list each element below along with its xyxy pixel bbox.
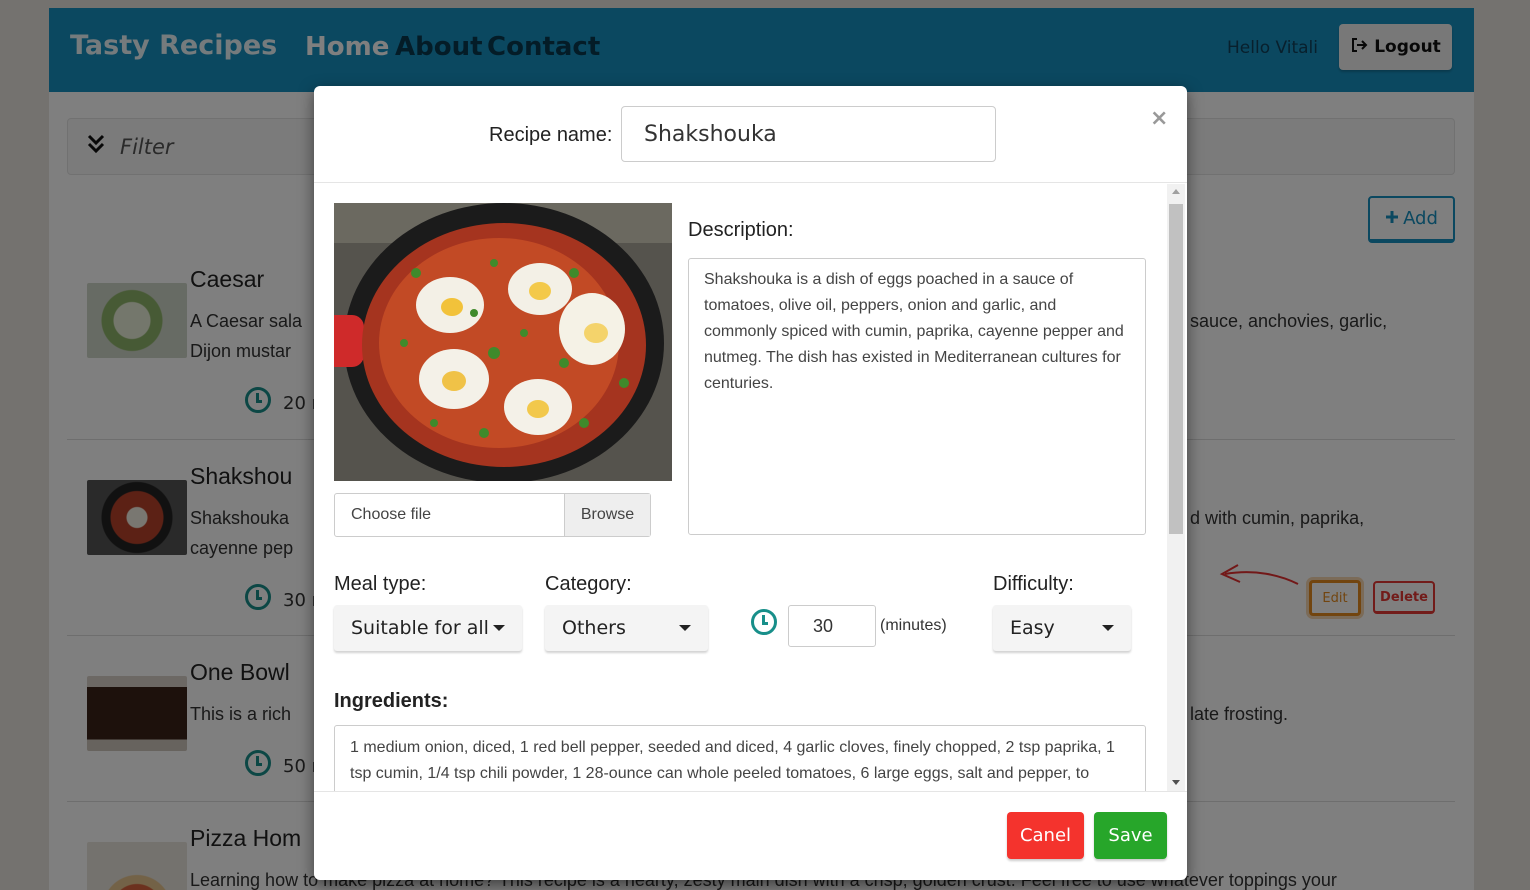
difficulty-dropdown[interactable]: Easy xyxy=(993,605,1131,651)
meal-type-label: Meal type: xyxy=(334,573,427,595)
browse-button[interactable]: Browse xyxy=(564,494,650,536)
recipe-name-input[interactable] xyxy=(621,106,996,162)
file-placeholder: Choose file xyxy=(351,506,432,523)
description-textarea[interactable]: Shakshouka is a dish of eggs poached in … xyxy=(688,258,1146,535)
cancel-button[interactable]: Canel xyxy=(1007,812,1084,859)
file-upload[interactable]: Choose file Browse xyxy=(334,493,651,537)
modal-scrollbar[interactable] xyxy=(1167,184,1185,791)
modal-header: Recipe name: × xyxy=(314,86,1187,183)
clock-icon xyxy=(751,609,777,635)
close-icon[interactable]: × xyxy=(1150,106,1168,131)
difficulty-label: Difficulty: xyxy=(993,573,1074,595)
time-unit-label: (minutes) xyxy=(880,617,947,634)
scroll-thumb[interactable] xyxy=(1169,204,1183,534)
cook-time-input[interactable] xyxy=(788,605,876,647)
difficulty-value: Easy xyxy=(1010,617,1055,639)
recipe-name-label: Recipe name: xyxy=(489,124,613,146)
ingredients-textarea[interactable]: 1 medium onion, diced, 1 red bell pepper… xyxy=(334,725,1146,791)
scroll-up-icon[interactable] xyxy=(1172,189,1180,194)
meal-type-value: Suitable for all xyxy=(351,617,489,639)
category-dropdown[interactable]: Others xyxy=(545,605,708,651)
category-label: Category: xyxy=(545,573,632,595)
description-label: Description: xyxy=(688,219,794,241)
recipe-photo xyxy=(334,203,672,481)
caret-down-icon xyxy=(493,625,505,631)
edit-recipe-modal: Recipe name: × xyxy=(314,86,1187,880)
modal-footer: Canel Save xyxy=(314,791,1187,880)
meal-type-dropdown[interactable]: Suitable for all xyxy=(334,605,522,651)
caret-down-icon xyxy=(679,625,691,631)
modal-body[interactable]: Choose file Browse Description: Shakshou… xyxy=(314,184,1187,791)
save-button[interactable]: Save xyxy=(1094,812,1167,859)
category-value: Others xyxy=(562,617,626,639)
caret-down-icon xyxy=(1102,625,1114,631)
scroll-down-icon[interactable] xyxy=(1172,780,1180,785)
ingredients-label: Ingredients: xyxy=(334,690,449,712)
